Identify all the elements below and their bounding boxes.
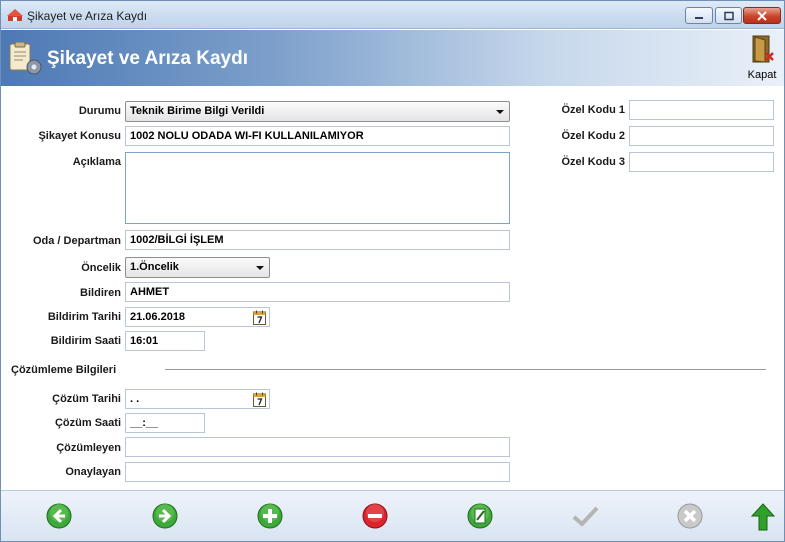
ozel-kodu-3-label: Özel Kodu 3 <box>561 156 625 168</box>
durumu-label: Durumu <box>78 105 121 117</box>
next-button[interactable] <box>151 502 179 530</box>
calendar-icon[interactable] <box>253 392 266 407</box>
oncelik-value: 1.Öncelik <box>130 261 179 273</box>
bildirim-saati-field[interactable]: 16:01 <box>125 331 205 351</box>
title-bar: Şikayet ve Arıza Kaydı <box>1 1 784 29</box>
up-icon <box>750 503 776 531</box>
window: Şikayet ve Arıza Kaydı Şikayet ve Arıza … <box>0 0 785 542</box>
header-title: Şikayet ve Arıza Kaydı <box>47 48 249 69</box>
close-icon <box>757 10 767 21</box>
close-window-button[interactable] <box>743 7 781 24</box>
maximize-icon <box>723 11 734 20</box>
cozumleyen-field[interactable] <box>125 437 510 457</box>
confirm-button[interactable] <box>571 502 599 530</box>
oncelik-label: Öncelik <box>81 262 121 274</box>
bildirim-tarihi-field[interactable]: 21.06.2018 <box>125 307 270 327</box>
aciklama-label: Açıklama <box>72 156 121 168</box>
previous-button[interactable] <box>45 502 73 530</box>
header-band: Şikayet ve Arıza Kaydı Kapat <box>1 30 784 86</box>
edit-button[interactable] <box>466 502 494 530</box>
ozel-kodu-3-field[interactable] <box>629 152 774 172</box>
cozum-saati-field[interactable]: __:__ <box>125 413 205 433</box>
section-title: Çözümleme Bilgileri <box>11 364 117 376</box>
bildirim-tarihi-label: Bildirim Tarihi <box>47 311 121 323</box>
chevron-down-icon <box>496 110 504 114</box>
durumu-value: Teknik Birime Bilgi Verildi <box>130 105 265 117</box>
aciklama-textarea[interactable] <box>125 152 510 224</box>
app-icon <box>7 9 23 21</box>
bildiren-label: Bildiren <box>80 287 121 299</box>
minimize-icon <box>695 16 703 19</box>
cancel-button[interactable] <box>676 502 704 530</box>
close-form-label: Kapat <box>747 69 777 81</box>
calendar-icon[interactable] <box>253 310 266 325</box>
exit-door-icon <box>752 35 774 63</box>
cancel-icon <box>677 503 703 529</box>
edit-icon <box>467 503 493 529</box>
minimize-button[interactable] <box>685 7 713 24</box>
oncelik-select[interactable]: 1.Öncelik <box>125 257 270 278</box>
add-button[interactable] <box>256 502 284 530</box>
maximize-button[interactable] <box>715 7 742 24</box>
onaylayan-field[interactable] <box>125 462 510 482</box>
prev-icon <box>46 503 72 529</box>
cozum-saati-label: Çözüm Saati <box>54 417 121 429</box>
complaint-form-icon <box>9 42 42 75</box>
cozum-tarihi-field[interactable]: . . <box>125 389 270 409</box>
chevron-down-icon <box>256 266 264 270</box>
bottom-toolbar <box>1 490 784 541</box>
confirm-icon <box>572 506 599 527</box>
oda-departman-field[interactable]: 1002/BİLGİ İŞLEM <box>125 230 510 250</box>
sikayet-konusu-field[interactable]: 1002 NOLU ODADA WI-FI KULLANILAMIYOR <box>125 126 510 146</box>
cozumleyen-label: Çözümleyen <box>56 442 121 454</box>
delete-icon <box>362 503 388 529</box>
durumu-select[interactable]: Teknik Birime Bilgi Verildi <box>125 101 510 122</box>
cozum-tarihi-value: . . <box>130 393 140 405</box>
up-button[interactable] <box>749 502 777 531</box>
oda-departman-label: Oda / Departman <box>32 235 121 247</box>
bildirim-tarihi-value: 21.06.2018 <box>130 311 186 323</box>
section-divider <box>165 369 766 370</box>
next-icon <box>152 503 178 529</box>
cozum-tarihi-label: Çözüm Tarihi <box>52 393 121 405</box>
delete-button[interactable] <box>361 502 389 530</box>
close-form-button[interactable]: Kapat <box>743 32 781 84</box>
sikayet-konusu-label: Şikayet Konusu <box>38 130 121 142</box>
bildirim-saati-label: Bildirim Saati <box>50 335 121 347</box>
onaylayan-label: Onaylayan <box>65 466 121 478</box>
ozel-kodu-1-field[interactable] <box>629 100 774 120</box>
add-icon <box>257 503 283 529</box>
ozel-kodu-1-label: Özel Kodu 1 <box>561 104 625 116</box>
bildiren-field[interactable]: AHMET <box>125 282 510 302</box>
ozel-kodu-2-field[interactable] <box>629 126 774 146</box>
window-title: Şikayet ve Arıza Kaydı <box>27 9 148 23</box>
ozel-kodu-2-label: Özel Kodu 2 <box>561 130 625 142</box>
